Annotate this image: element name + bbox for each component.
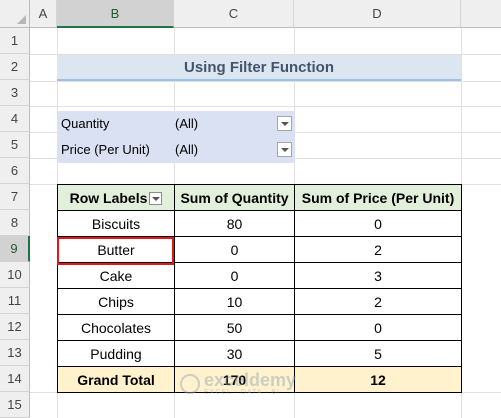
exceldemy-watermark: exceldemy EXCEL · DATA · BI xyxy=(180,371,296,396)
filter-dropdown-icon[interactable] xyxy=(277,142,292,157)
price-cell[interactable]: 5 xyxy=(294,340,462,367)
quantity-cell[interactable]: 50 xyxy=(174,314,295,341)
header-cell[interactable]: Sum of Quantity xyxy=(174,184,295,211)
row-header-10[interactable]: 10 xyxy=(0,262,30,288)
filter-label: Quantity xyxy=(61,116,110,131)
row-label-cell[interactable]: Pudding xyxy=(57,340,175,367)
row-header-14[interactable]: 14 xyxy=(0,366,30,392)
select-all-corner[interactable] xyxy=(0,0,30,28)
watermark-text: exceldemy EXCEL · DATA · BI xyxy=(204,371,296,396)
filter-row-price: Price (Per Unit) (All) xyxy=(57,137,295,163)
row-header-4[interactable]: 4 xyxy=(0,106,30,132)
row-header-7[interactable]: 7 xyxy=(0,184,30,210)
row-header-12[interactable]: 12 xyxy=(0,314,30,340)
column-header-d[interactable]: D xyxy=(294,0,461,28)
exceldemy-logo-icon xyxy=(180,373,200,394)
row-label-cell[interactable]: Chips xyxy=(57,288,175,315)
quantity-cell[interactable]: 0 xyxy=(174,262,295,289)
selected-cell-highlight xyxy=(57,237,174,265)
table-row: Cake 0 3 xyxy=(57,262,462,289)
row-label-cell[interactable]: Biscuits xyxy=(57,210,175,237)
watermark-name: exceldemy xyxy=(204,370,297,390)
row-label-cell[interactable]: Chocolates xyxy=(57,314,175,341)
column-header-e[interactable] xyxy=(461,0,501,28)
column-header-b[interactable]: B xyxy=(57,0,174,28)
row-header-2[interactable]: 2 xyxy=(0,54,30,80)
grand-total-label[interactable]: Grand Total xyxy=(57,366,175,393)
filter-label: Price (Per Unit) xyxy=(61,142,150,157)
grand-total-price[interactable]: 12 xyxy=(294,366,462,393)
row-header-9[interactable]: 9 xyxy=(0,236,30,262)
price-cell[interactable]: 0 xyxy=(294,314,462,341)
watermark-tagline: EXCEL · DATA · BI xyxy=(204,389,280,396)
row-labels-dropdown-icon[interactable] xyxy=(149,192,163,206)
table-row: Chocolates 50 0 xyxy=(57,314,462,341)
price-cell[interactable]: 0 xyxy=(294,210,462,237)
row-header-13[interactable]: 13 xyxy=(0,340,30,366)
quantity-cell[interactable]: 80 xyxy=(174,210,295,237)
row-header-8[interactable]: 8 xyxy=(0,210,30,236)
filter-value[interactable]: (All) xyxy=(175,116,198,131)
price-cell[interactable]: 3 xyxy=(294,262,462,289)
gridline xyxy=(30,106,501,107)
filter-value[interactable]: (All) xyxy=(175,142,198,157)
quantity-cell[interactable]: 10 xyxy=(174,288,295,315)
filter-dropdown-icon[interactable] xyxy=(277,116,292,131)
price-cell[interactable]: 2 xyxy=(294,236,462,263)
row-header-6[interactable]: 6 xyxy=(0,158,30,184)
header-cell[interactable]: Sum of Price (Per Unit) xyxy=(294,184,462,211)
sheet-title[interactable]: Using Filter Function xyxy=(57,55,461,81)
row-header-1[interactable]: 1 xyxy=(0,28,30,54)
row-label-cell[interactable]: Cake xyxy=(57,262,175,289)
price-cell[interactable]: 2 xyxy=(294,288,462,315)
table-row: Biscuits 80 0 xyxy=(57,210,462,237)
table-row: Chips 10 2 xyxy=(57,288,462,315)
quantity-cell[interactable]: 30 xyxy=(174,340,295,367)
row-header-11[interactable]: 11 xyxy=(0,288,30,314)
row-labels-header: Row Labels xyxy=(69,189,148,206)
gridline xyxy=(30,81,501,82)
row-header-3[interactable]: 3 xyxy=(0,80,30,106)
pivot-header-row: Row Labels Sum of Quantity Sum of Price … xyxy=(57,184,462,211)
row-header-5[interactable]: 5 xyxy=(0,132,30,158)
header-cell[interactable]: Row Labels xyxy=(57,184,175,211)
pivot-table: Row Labels Sum of Quantity Sum of Price … xyxy=(57,184,462,393)
column-header-c[interactable]: C xyxy=(174,0,294,28)
row-header-15[interactable]: 15 xyxy=(0,392,30,418)
filter-row-quantity: Quantity (All) xyxy=(57,111,295,137)
quantity-cell[interactable]: 0 xyxy=(174,236,295,263)
table-row: Pudding 30 5 xyxy=(57,340,462,367)
column-header-a[interactable]: A xyxy=(30,0,57,28)
